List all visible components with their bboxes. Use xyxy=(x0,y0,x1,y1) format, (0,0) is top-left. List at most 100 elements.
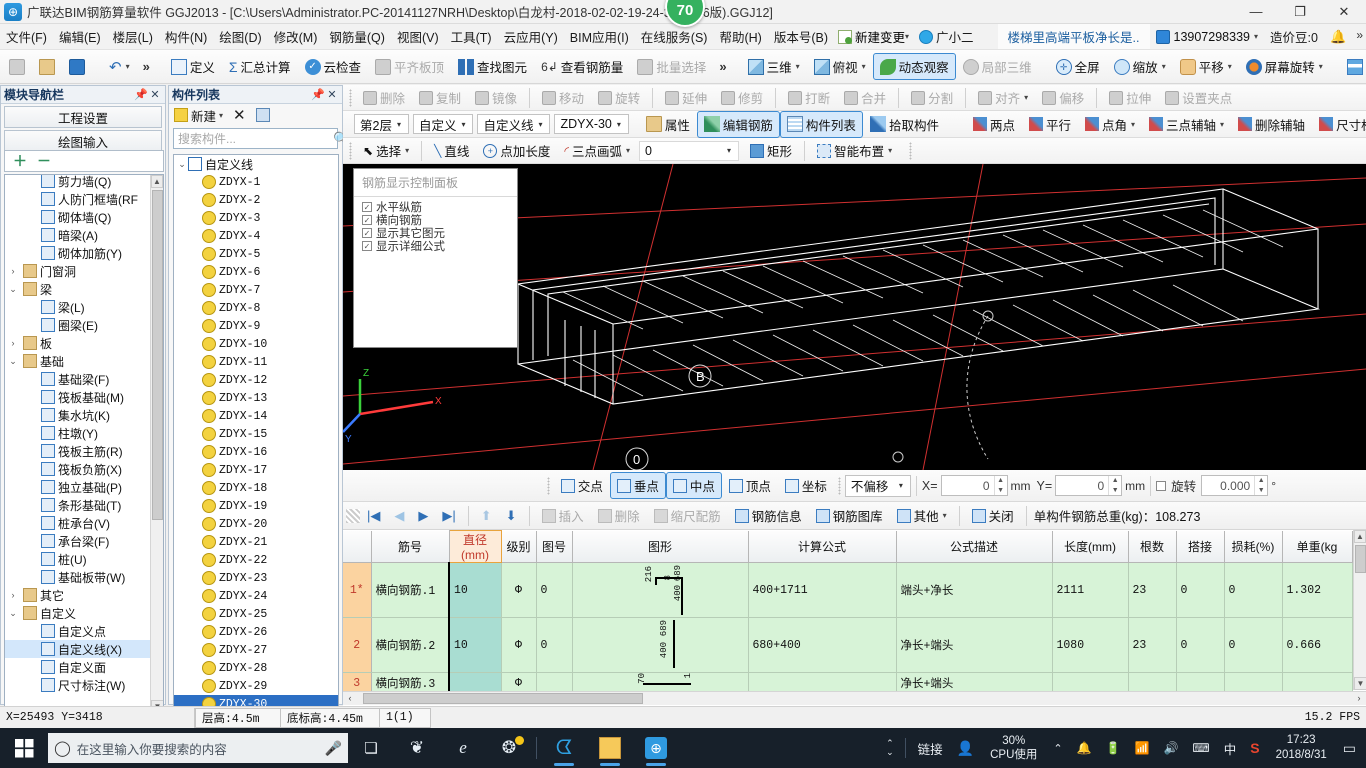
module-nav-tree[interactable]: 剪力墙(Q) 人防门框墙(RF 砌体墙(Q) 暗梁(A) 砌体加筋(Y) › 门窗洞 ⌄ 梁梁(… xyxy=(4,174,164,714)
tree-item[interactable]: 圈梁(E) xyxy=(5,316,150,334)
close-icon[interactable]: ✕ xyxy=(148,88,162,101)
menu-file[interactable]: 文件(F) xyxy=(0,24,53,49)
save-button[interactable] xyxy=(62,55,92,79)
fullscreen-button[interactable]: ✛ 全屏 xyxy=(1049,53,1107,80)
component-item[interactable]: ZDYX-27 xyxy=(174,641,338,659)
select-floor-button[interactable]: 选择楼层 xyxy=(1340,53,1366,80)
component-item[interactable]: ZDYX-2 xyxy=(174,191,338,209)
notice-banner[interactable]: 楼梯里高端平板净长是.. xyxy=(997,24,1150,49)
th-grade[interactable]: 级别 xyxy=(501,530,537,563)
component-tree[interactable]: ⌄ 自定义线 ZDYX-1 ZDYX-2 ZDYX-3 ZDYX-4 ZDYX-5 ZDYX-… xyxy=(173,154,339,734)
cell-unit-weight[interactable]: 0.666 xyxy=(1282,617,1353,673)
rebarlib-button[interactable]: 钢筋图库 xyxy=(809,502,890,529)
coin-balance[interactable]: 造价豆:0 xyxy=(1264,24,1324,49)
table-hscrollbar[interactable]: ‹ › xyxy=(343,691,1366,705)
chevron-down-icon[interactable]: ⌄ xyxy=(7,356,19,367)
chevron-down-icon[interactable]: ▾ xyxy=(905,32,909,41)
open-file-button[interactable] xyxy=(32,55,62,79)
prev-record-button[interactable]: ◀ xyxy=(387,504,411,528)
chevron-down-icon[interactable]: ▾ xyxy=(1319,62,1323,71)
perpendicular-snap-button[interactable]: 垂点 xyxy=(609,472,666,499)
toolbar-overflow-1-icon[interactable]: » xyxy=(137,59,156,74)
new-change-button[interactable]: 新建变更 ▾ xyxy=(834,25,913,48)
cell-diameter[interactable]: 10 xyxy=(448,617,502,673)
chrome-spiral-icon[interactable]: ❂ xyxy=(486,728,532,768)
copy-icon[interactable] xyxy=(255,108,270,122)
th-count[interactable]: 根数 xyxy=(1128,530,1177,563)
chevron-down-icon[interactable]: ▾ xyxy=(405,146,409,155)
delete-button[interactable]: 删除 xyxy=(591,502,647,529)
component-list-button[interactable]: 构件列表 xyxy=(779,110,863,138)
cell-shape[interactable]: 2168689400 xyxy=(572,562,749,618)
module-nav-vscrollbar[interactable]: ▲ ▼ xyxy=(150,175,163,713)
maximize-button[interactable]: ❐ xyxy=(1278,0,1322,24)
component-item[interactable]: ZDYX-1 xyxy=(174,173,338,191)
th-loss[interactable]: 损耗(%) xyxy=(1224,530,1283,563)
tree-item[interactable]: 柱墩(Y) xyxy=(5,424,150,442)
component-item[interactable]: ZDYX-19 xyxy=(174,497,338,515)
chevron-down-icon[interactable]: ▾ xyxy=(1131,120,1135,129)
尺寸标注-button[interactable]: 尺寸标注▾ xyxy=(1312,111,1366,138)
component-item[interactable]: ZDYX-28 xyxy=(174,659,338,677)
chevron-right-icon[interactable]: › xyxy=(7,266,19,276)
checkbox[interactable]: ✓ xyxy=(362,214,372,225)
旋转-button[interactable]: 旋转 xyxy=(591,84,647,111)
scroll-down-icon[interactable]: ▼ xyxy=(1354,677,1366,690)
偏移-button[interactable]: 偏移 xyxy=(1035,84,1091,111)
component-item[interactable]: ZDYX-25 xyxy=(174,605,338,623)
cell-unit-weight[interactable]: 1.302 xyxy=(1282,562,1353,618)
menu-overflow-chevron-icon[interactable]: » xyxy=(1356,28,1363,42)
component-item[interactable]: ZDYX-12 xyxy=(174,371,338,389)
type-select[interactable]: 自定义线 ▾ xyxy=(477,114,551,134)
component-select[interactable]: ZDYX-30 ▾ xyxy=(554,114,629,134)
chevron-down-icon[interactable]: ⌄ xyxy=(7,284,19,295)
scroll-up-icon[interactable]: ▲ xyxy=(151,175,163,188)
chevron-down-icon[interactable]: ⌄ xyxy=(176,159,188,170)
close-button[interactable]: 关闭 xyxy=(965,502,1021,529)
component-item[interactable]: ZDYX-9 xyxy=(174,317,338,335)
chevron-down-icon[interactable]: ⌄ xyxy=(886,748,894,757)
th-lap[interactable]: 搭接 xyxy=(1176,530,1225,563)
zoom-button[interactable]: 缩放 ▾ xyxy=(1107,53,1173,80)
last-record-button[interactable]: ▶| xyxy=(435,504,462,528)
table-vscrollbar[interactable]: ▲ ▼ xyxy=(1353,530,1366,690)
pin-icon[interactable]: 📌 xyxy=(134,88,148,101)
移动-button[interactable]: 移动 xyxy=(535,84,591,111)
define-button[interactable]: 定义 xyxy=(164,53,222,80)
component-item[interactable]: ZDYX-5 xyxy=(174,245,338,263)
component-item[interactable]: ZDYX-7 xyxy=(174,281,338,299)
cell-loss[interactable]: 0 xyxy=(1224,617,1283,673)
bell-icon[interactable]: 🔔 xyxy=(1071,728,1098,768)
tree-item[interactable]: 独立基础(P) xyxy=(5,478,150,496)
category-select[interactable]: 自定义 ▾ xyxy=(412,114,474,134)
th-unit-weight[interactable]: 单重(kg xyxy=(1282,530,1353,563)
component-item[interactable]: ZDYX-22 xyxy=(174,551,338,569)
offset-mode-select[interactable]: 不偏移 ▾ xyxy=(844,474,911,497)
tree-folder[interactable]: ⌄ 基础 xyxy=(5,352,150,370)
component-search[interactable]: 🔍 xyxy=(173,128,349,149)
notification-icon[interactable]: ▭ xyxy=(1337,728,1362,768)
component-item[interactable]: ZDYX-10 xyxy=(174,335,338,353)
chevron-right-icon[interactable]: › xyxy=(7,590,19,600)
chevron-down-icon[interactable]: ▾ xyxy=(126,62,130,71)
insert-button[interactable]: 插入 xyxy=(535,502,591,529)
cloud-check-button[interactable]: ✓ 云检查 xyxy=(298,53,369,80)
user-account[interactable]: 广小二 xyxy=(913,24,980,49)
local-3d-button[interactable]: 局部三维 xyxy=(956,53,1039,80)
screen-rotate-button[interactable]: 屏幕旋转 ▾ xyxy=(1239,53,1330,80)
microphone-icon[interactable]: 🎤 xyxy=(325,740,342,757)
cell-description[interactable]: 端头+净长 xyxy=(896,562,1053,618)
chevron-down-icon[interactable]: ▾ xyxy=(1254,32,1258,41)
合并-button[interactable]: 合并 xyxy=(837,84,893,111)
table-row[interactable]: 1*横向钢筋.110Φ02168689400400+1711端头+净长21112… xyxy=(343,562,1353,618)
tree-folder[interactable]: ⌄ 梁 xyxy=(5,280,150,298)
component-item[interactable]: ZDYX-17 xyxy=(174,461,338,479)
phone-account[interactable]: 13907298339 ▾ xyxy=(1150,27,1265,47)
align-slab-top-button[interactable]: 平齐板顶 xyxy=(368,53,451,80)
chevron-up-icon[interactable]: ⌃ xyxy=(1047,728,1068,768)
spin-down-icon[interactable]: ▼ xyxy=(995,486,1007,496)
menu-cloud-app[interactable]: 云应用(Y) xyxy=(498,24,564,49)
平行-button[interactable]: 平行 xyxy=(1022,111,1078,138)
tree-item[interactable]: 桩承台(V) xyxy=(5,514,150,532)
link-label[interactable]: 链接 xyxy=(912,728,949,768)
